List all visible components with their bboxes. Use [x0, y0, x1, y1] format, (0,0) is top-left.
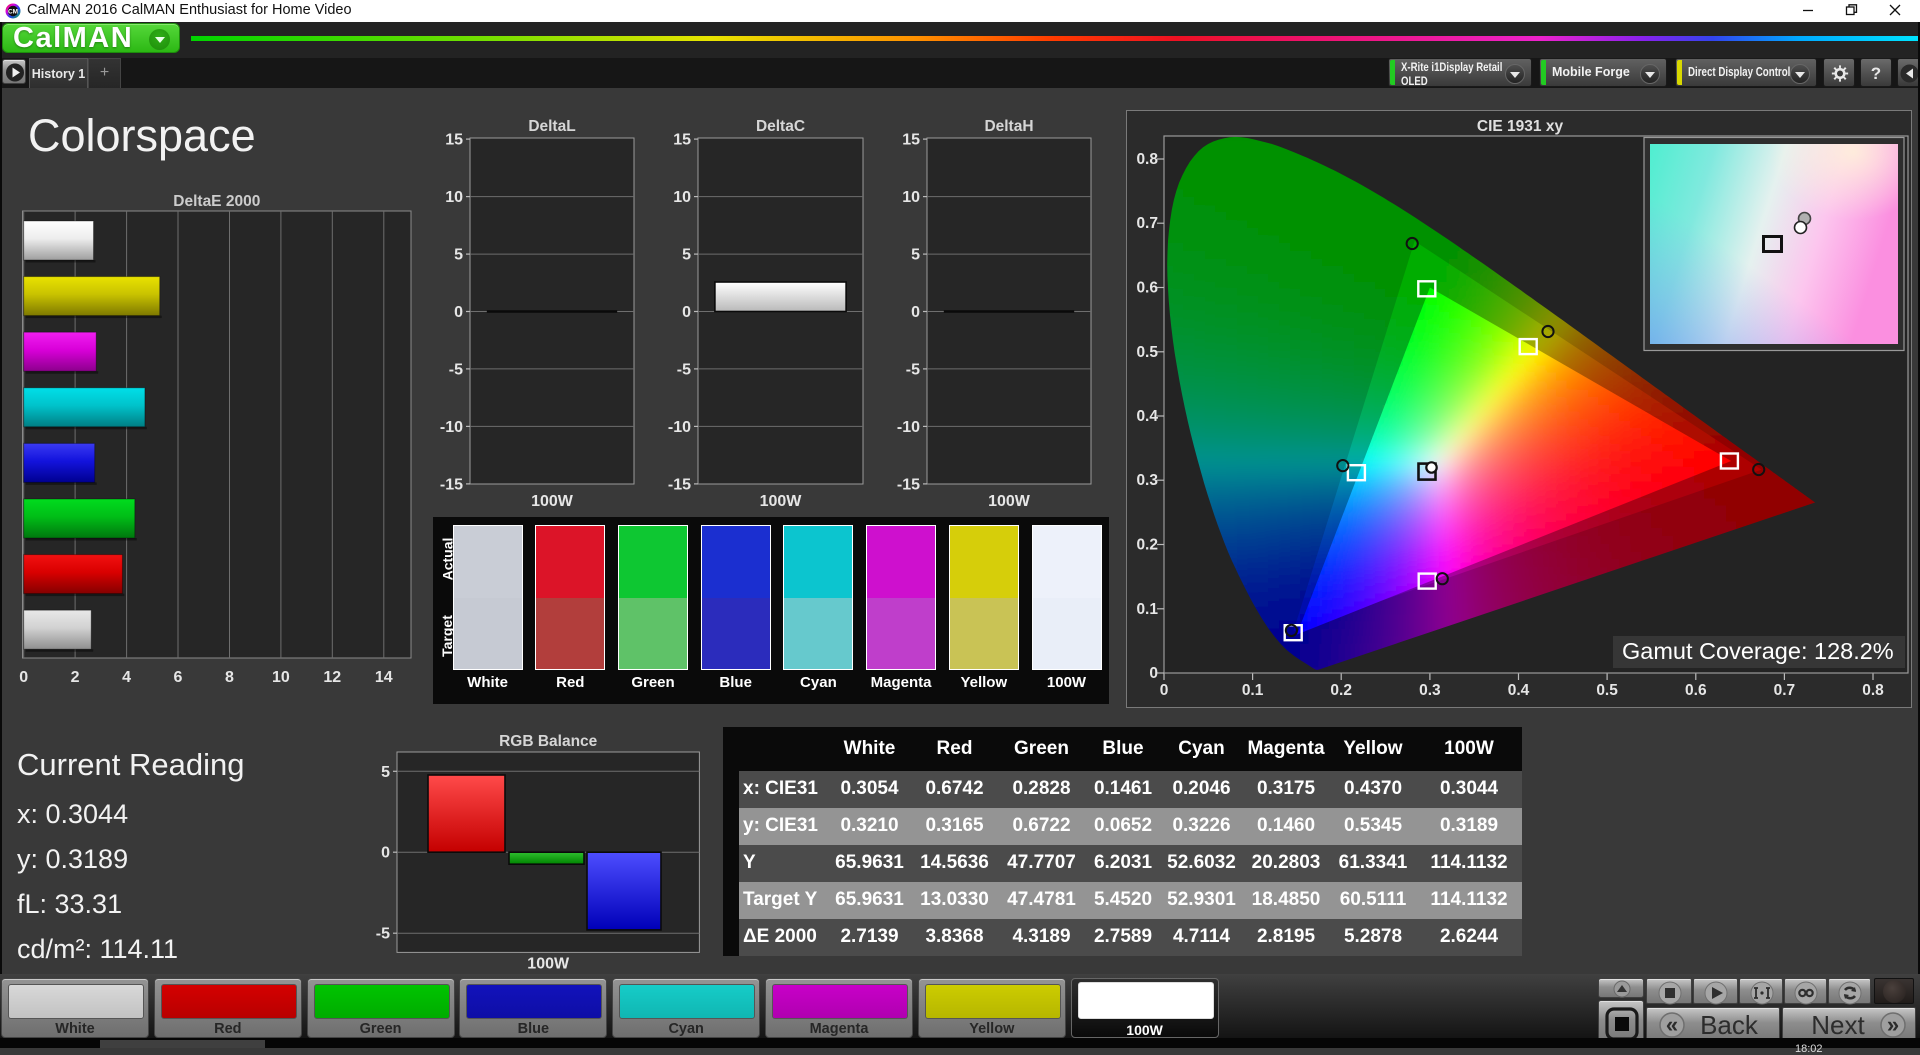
- svg-text:10: 10: [902, 189, 920, 206]
- svg-text:0.8: 0.8: [1862, 682, 1884, 699]
- svg-text:CM: CM: [8, 9, 18, 16]
- svg-text:5: 5: [682, 247, 691, 264]
- svg-text:5: 5: [911, 247, 920, 264]
- svg-text:0: 0: [1160, 682, 1169, 699]
- svg-text:0.6: 0.6: [1136, 280, 1158, 297]
- svg-text:0: 0: [1149, 665, 1158, 682]
- svg-text:6: 6: [174, 669, 183, 686]
- svg-text:8: 8: [225, 669, 234, 686]
- svg-text:-5: -5: [376, 926, 390, 943]
- svg-text:Gamut Coverage: 128.2%: Gamut Coverage: 128.2%: [1622, 638, 1894, 664]
- svg-text:0.4: 0.4: [1136, 408, 1158, 425]
- svg-text:0.7: 0.7: [1774, 682, 1796, 699]
- svg-text:0: 0: [19, 669, 28, 686]
- svg-text:Back: Back: [1700, 1010, 1759, 1040]
- svg-text:0.5: 0.5: [1136, 344, 1158, 361]
- svg-text:10: 10: [673, 189, 691, 206]
- svg-text:0.2: 0.2: [1330, 682, 1352, 699]
- svg-text:0: 0: [911, 304, 920, 321]
- svg-text:-5: -5: [677, 361, 691, 378]
- svg-text:«: «: [1666, 1012, 1678, 1037]
- svg-text:4: 4: [122, 669, 131, 686]
- svg-text:0: 0: [454, 304, 463, 321]
- svg-text:Next: Next: [1811, 1010, 1865, 1040]
- svg-text:10: 10: [272, 669, 290, 686]
- svg-text:-15: -15: [897, 476, 920, 493]
- svg-text:5: 5: [454, 247, 463, 264]
- svg-text:-10: -10: [897, 419, 920, 436]
- svg-text:0.2: 0.2: [1136, 537, 1158, 554]
- svg-text:0.1: 0.1: [1242, 682, 1264, 699]
- svg-text:»: »: [1887, 1012, 1899, 1037]
- svg-text:100W: 100W: [760, 493, 803, 510]
- svg-text:14: 14: [375, 669, 393, 686]
- svg-text:100W: 100W: [531, 493, 574, 510]
- svg-text:12: 12: [323, 669, 341, 686]
- svg-text:0: 0: [682, 304, 691, 321]
- svg-text:-5: -5: [449, 361, 463, 378]
- svg-text:2: 2: [71, 669, 80, 686]
- svg-text:0.1: 0.1: [1136, 601, 1158, 618]
- svg-text:-5: -5: [906, 361, 920, 378]
- svg-text:0: 0: [381, 845, 390, 862]
- svg-text:CIE 1931 xy: CIE 1931 xy: [1477, 118, 1564, 135]
- svg-text:DeltaH: DeltaH: [984, 118, 1033, 135]
- svg-text:0.3: 0.3: [1136, 472, 1158, 489]
- svg-text:-10: -10: [440, 419, 463, 436]
- svg-text:15: 15: [445, 132, 463, 149]
- svg-text:0.6: 0.6: [1685, 682, 1707, 699]
- svg-text:0.3: 0.3: [1419, 682, 1441, 699]
- svg-text:10: 10: [445, 189, 463, 206]
- svg-text:15: 15: [673, 132, 691, 149]
- svg-text:0.8: 0.8: [1136, 151, 1158, 168]
- svg-text:DeltaL: DeltaL: [528, 118, 575, 135]
- svg-text:DeltaC: DeltaC: [756, 118, 805, 135]
- svg-text:100W: 100W: [527, 955, 570, 972]
- svg-text:0.4: 0.4: [1508, 682, 1530, 699]
- svg-text:-10: -10: [668, 419, 691, 436]
- svg-text:5: 5: [381, 764, 390, 781]
- svg-text:-15: -15: [440, 476, 463, 493]
- svg-text:0.5: 0.5: [1596, 682, 1618, 699]
- svg-text:-15: -15: [668, 476, 691, 493]
- svg-text:DeltaE 2000: DeltaE 2000: [173, 193, 260, 210]
- svg-text:15: 15: [902, 132, 920, 149]
- svg-text:RGB Balance: RGB Balance: [499, 733, 598, 750]
- svg-text:0.7: 0.7: [1136, 215, 1158, 232]
- svg-text:100W: 100W: [988, 493, 1031, 510]
